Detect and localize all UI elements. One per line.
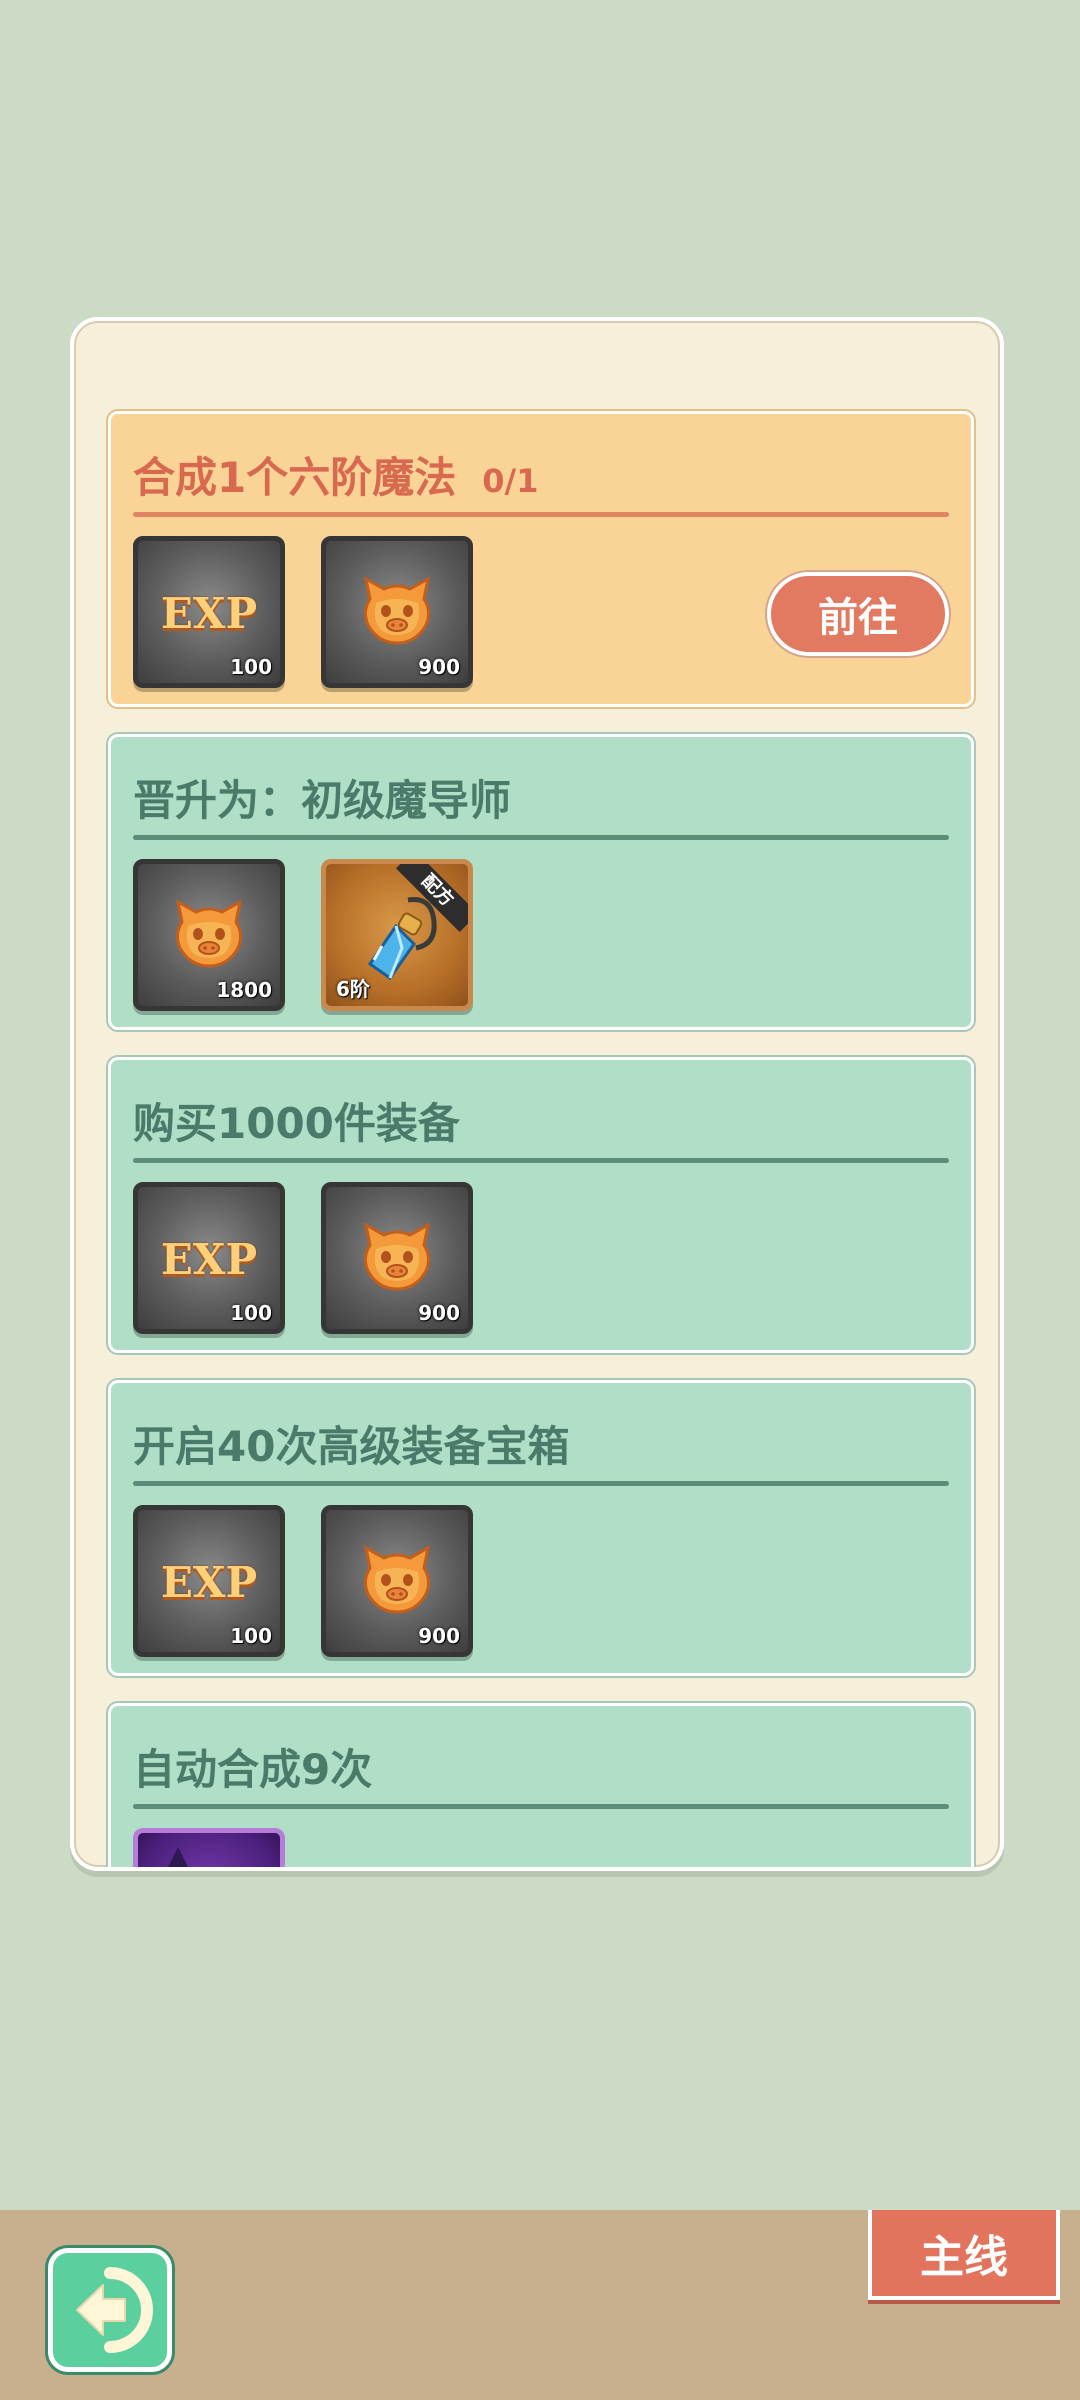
coin-icon [363, 576, 431, 645]
divider [133, 512, 949, 517]
reward-list: 1800 配方 6阶 [133, 859, 473, 1011]
quest-title: 合成1个六阶魔法 0/1 [133, 444, 538, 505]
quest-card: 晋升为：初级魔导师 1800 配方 6阶 [108, 734, 974, 1030]
exp-icon: EXP [160, 1235, 258, 1284]
divider [133, 835, 949, 840]
quest-title: 购买1000件装备 [133, 1099, 460, 1148]
reward-count: 6阶 [336, 977, 370, 1001]
reward-count: 100 [230, 655, 272, 679]
quest-list[interactable]: 合成1个六阶魔法 0/1 EXP 100 900 前往 晋升为：初级魔导师 18… [108, 411, 974, 1867]
reward-item-exp[interactable]: EXP 100 [133, 1182, 285, 1334]
quest-progress: 0/1 [482, 462, 539, 500]
quest-title: 晋升为：初级魔导师 [133, 776, 512, 825]
main-quest-tab[interactable]: 主线 [868, 2210, 1060, 2300]
quest-title: 自动合成9次 [133, 1745, 373, 1794]
divider [133, 1804, 949, 1809]
reward-count: 100 [230, 1624, 272, 1648]
quest-card: 购买1000件装备 EXP 100 900 [108, 1057, 974, 1353]
reward-count: 900 [418, 1301, 460, 1325]
divider [133, 1158, 949, 1163]
quest-panel: 合成1个六阶魔法 0/1 EXP 100 900 前往 晋升为：初级魔导师 18… [70, 317, 1004, 1871]
reward-item-coin[interactable]: 900 [321, 1182, 473, 1334]
reward-list: EXP 100 900 [133, 1505, 473, 1657]
bottom-bar: 主线 [0, 2210, 1080, 2400]
reward-count: 100 [230, 1301, 272, 1325]
coin-icon [363, 1545, 431, 1614]
reward-item-exp[interactable]: EXP 100 [133, 536, 285, 688]
magic-item-icon [168, 1847, 188, 1867]
exp-icon: EXP [160, 1558, 258, 1607]
coin-icon [175, 899, 243, 968]
reward-count: 1800 [216, 978, 272, 1002]
reward-item-coin[interactable]: 1800 [133, 859, 285, 1011]
coin-icon [363, 1222, 431, 1291]
quest-title-text: 合成1个六阶魔法 [133, 453, 457, 502]
reward-item-magic[interactable] [133, 1828, 285, 1867]
go-button[interactable]: 前往 [767, 572, 949, 656]
reward-list: EXP 100 900 [133, 536, 473, 688]
divider [133, 1481, 949, 1486]
reward-item-coin[interactable]: 900 [321, 1505, 473, 1657]
reward-list: EXP 100 900 [133, 1182, 473, 1334]
reward-item-exp[interactable]: EXP 100 [133, 1505, 285, 1657]
reward-list [133, 1828, 285, 1867]
back-button[interactable] [48, 2248, 172, 2372]
quest-card: 合成1个六阶魔法 0/1 EXP 100 900 前往 [108, 411, 974, 707]
back-arrow-icon [76, 2267, 153, 2353]
reward-item-crystal[interactable]: 配方 6阶 [321, 859, 473, 1011]
exp-icon: EXP [160, 589, 258, 638]
quest-card: 开启40次高级装备宝箱 EXP 100 900 [108, 1380, 974, 1676]
reward-item-coin[interactable]: 900 [321, 536, 473, 688]
reward-count: 900 [418, 655, 460, 679]
reward-count: 900 [418, 1624, 460, 1648]
quest-title: 开启40次高级装备宝箱 [133, 1422, 570, 1471]
quest-card: 自动合成9次 [108, 1703, 974, 1867]
